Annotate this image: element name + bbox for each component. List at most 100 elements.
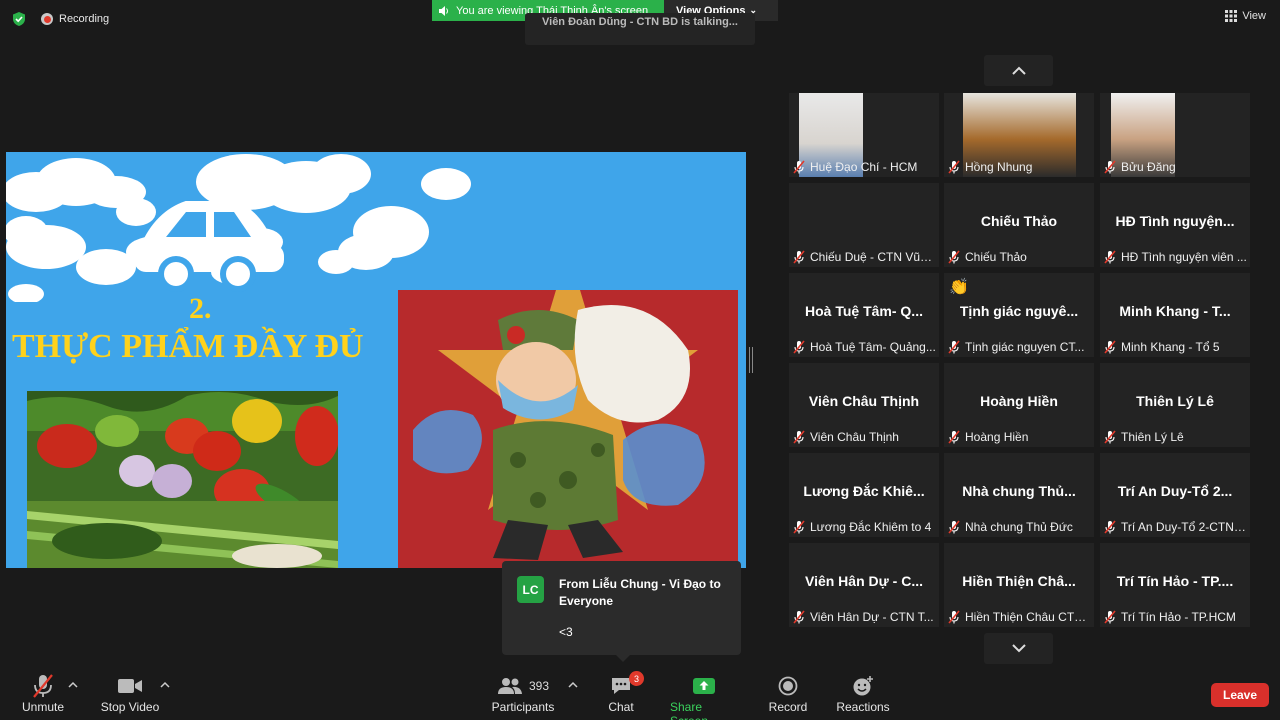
microphone-muted-icon	[33, 674, 53, 698]
security-shield-icon[interactable]	[11, 11, 27, 27]
participant-footer: Tịnh giác nguyen CT...	[947, 340, 1091, 354]
microphone-muted-icon	[793, 160, 805, 174]
record-dot-icon	[41, 13, 53, 25]
participant-footer: Chiếu Duệ - CTN Vũn...	[792, 250, 936, 264]
participant-display-name: Hiền Thiện Châ...	[962, 573, 1076, 589]
participants-button[interactable]: 393 Participants	[492, 672, 554, 714]
participant-display-name: Trí An Duy-Tổ 2...	[1117, 483, 1233, 499]
participant-footer: Hoà Tuệ Tâm- Quảng...	[792, 340, 936, 354]
participant-display-name: Viên Châu Thịnh	[808, 393, 920, 409]
video-options-caret-icon[interactable]	[160, 680, 170, 690]
participant-display-name: Hoà Tuệ Tâm- Q...	[805, 303, 923, 319]
avatar: LC	[517, 576, 544, 603]
reactions-smiley-icon	[853, 676, 873, 696]
chat-message-text: <3	[559, 625, 573, 639]
recording-indicator[interactable]: Recording	[41, 10, 109, 28]
participant-display-name: Hoàng Hiền	[980, 393, 1058, 409]
slide-number: 2.	[189, 292, 212, 325]
microphone-muted-icon	[1104, 610, 1116, 624]
participant-tile[interactable]: Minh Khang - T... Minh Khang - Tổ 5	[1100, 273, 1250, 357]
record-icon	[778, 676, 798, 696]
stop-video-button[interactable]: Stop Video	[98, 672, 162, 714]
microphone-muted-icon	[948, 610, 960, 624]
record-button[interactable]: Record	[768, 672, 808, 714]
participant-name: Thiên Lý Lê	[1121, 430, 1184, 444]
participant-footer: Hiền Thiện Châu CTN...	[947, 610, 1091, 624]
participant-footer: Thiên Lý Lê	[1103, 430, 1247, 444]
leave-meeting-button[interactable]: Leave	[1211, 683, 1269, 707]
participant-name: Viên Châu Thịnh	[810, 430, 899, 444]
participant-tile[interactable]: Nhà chung Thủ... Nhà chung Thủ Đức	[944, 453, 1094, 537]
gallery-scroll-up-button[interactable]	[984, 55, 1053, 86]
clapping-hands-icon: 👏	[949, 279, 969, 296]
microphone-muted-icon	[793, 430, 805, 444]
participant-display-name: HĐ Tình nguyện...	[1115, 213, 1235, 229]
video-camera-icon	[118, 679, 142, 693]
participant-name: Huệ Đạo Chí - HCM	[810, 160, 918, 174]
participant-tile[interactable]: Viên Hân Dự - C... Viên Hân Dự - CTN T...	[789, 543, 939, 627]
participant-footer: Chiếu Thảo	[947, 250, 1091, 264]
participant-footer: HĐ Tình nguyện viên ...	[1103, 250, 1247, 264]
participant-tile[interactable]: HĐ Tình nguyện... HĐ Tình nguyện viên ...	[1100, 183, 1250, 267]
participant-name: Trí Tín Hảo - TP.HCM	[1121, 610, 1236, 624]
microphone-muted-icon	[1104, 430, 1116, 444]
participant-name: Nhà chung Thủ Đức	[965, 520, 1073, 534]
participant-tile[interactable]: Hoàng Hiền Hoàng Hiền	[944, 363, 1094, 447]
chevron-up-icon	[1011, 66, 1026, 75]
talking-indicator: Viên Đoàn Dũng - CTN BD is talking...	[525, 13, 755, 45]
vegetables-photo	[27, 391, 338, 568]
audio-options-caret-icon[interactable]	[68, 680, 78, 690]
participant-name: Tịnh giác nguyen CT...	[965, 340, 1085, 354]
participant-tile[interactable]: Hoà Tuệ Tâm- Q... Hoà Tuệ Tâm- Quảng...	[789, 273, 939, 357]
recording-label: Recording	[59, 13, 110, 25]
reactions-button[interactable]: Reactions	[836, 672, 890, 714]
participants-options-caret-icon[interactable]	[568, 680, 578, 690]
participant-name: Hoà Tuệ Tâm- Quảng...	[810, 340, 936, 354]
participant-tile[interactable]: Hiền Thiện Châ... Hiền Thiện Châu CTN...	[944, 543, 1094, 627]
microphone-muted-icon	[948, 520, 960, 534]
participant-name: Hoàng Hiền	[965, 430, 1029, 444]
unmute-button[interactable]: Unmute	[20, 672, 66, 714]
share-screen-button[interactable]: Share Screen	[670, 672, 738, 720]
participant-tile[interactable]: Bửu Đăng	[1100, 93, 1250, 177]
microphone-muted-icon	[948, 250, 960, 264]
participant-tile[interactable]: Huệ Đạo Chí - HCM	[789, 93, 939, 177]
view-button[interactable]: View	[1225, 10, 1266, 22]
participant-display-name: Nhà chung Thủ...	[962, 483, 1076, 499]
participant-footer: Hồng Nhung	[947, 160, 1091, 174]
participant-footer: Huệ Đạo Chí - HCM	[792, 160, 936, 174]
participant-tile[interactable]: Trí An Duy-Tổ 2... Trí An Duy-Tổ 2-CTN ..…	[1100, 453, 1250, 537]
participant-footer: Lương Đắc Khiêm to 4	[792, 520, 936, 534]
chat-button[interactable]: 3 Chat	[604, 671, 644, 714]
microphone-muted-icon	[793, 340, 805, 354]
participant-tile[interactable]: Viên Châu Thịnh Viên Châu Thịnh	[789, 363, 939, 447]
chat-notification-popup[interactable]: LC From Liễu Chung - Vi Đạo to Everyone …	[502, 561, 741, 662]
participant-name: Lương Đắc Khiêm to 4	[810, 520, 932, 534]
participant-tile[interactable]: Thiên Lý Lê Thiên Lý Lê	[1100, 363, 1250, 447]
participant-footer: Viên Châu Thịnh	[792, 430, 936, 444]
microphone-muted-icon	[1104, 160, 1116, 174]
participant-tile[interactable]: Chiếu Thảo Chiếu Thảo	[944, 183, 1094, 267]
participant-name: Bửu Đăng	[1121, 160, 1176, 174]
participant-tile[interactable]: Trí Tín Hảo - TP.... Trí Tín Hảo - TP.HCM	[1100, 543, 1250, 627]
participant-footer: Hoàng Hiền	[947, 430, 1091, 444]
participant-name: Chiếu Thảo	[965, 250, 1027, 264]
participant-tile[interactable]: Tịnh giác nguyê... 👏 Tịnh giác nguyen CT..…	[944, 273, 1094, 357]
share-screen-icon	[693, 678, 715, 694]
gallery-scroll-down-button[interactable]	[984, 633, 1053, 664]
panel-resize-handle[interactable]	[749, 347, 753, 373]
participant-display-name: Trí Tín Hảo - TP....	[1116, 573, 1234, 589]
microphone-muted-icon	[1104, 520, 1116, 534]
participant-tile[interactable]: Chiếu Duệ - CTN Vũn...	[789, 183, 939, 267]
participant-tile[interactable]: Hồng Nhung	[944, 93, 1094, 177]
participant-name: Minh Khang - Tổ 5	[1121, 340, 1220, 354]
participant-tile[interactable]: Lương Đắc Khiê... Lương Đắc Khiêm to 4	[789, 453, 939, 537]
participants-count: 393	[528, 679, 550, 693]
chat-unread-badge: 3	[629, 671, 644, 686]
participant-footer: Nhà chung Thủ Đức	[947, 520, 1091, 534]
chevron-down-icon	[1011, 644, 1026, 653]
participant-display-name: Tịnh giác nguyê...	[959, 303, 1079, 319]
microphone-muted-icon	[1104, 340, 1116, 354]
speaker-icon	[439, 5, 448, 16]
participant-name: Viên Hân Dự - CTN T...	[810, 610, 934, 624]
